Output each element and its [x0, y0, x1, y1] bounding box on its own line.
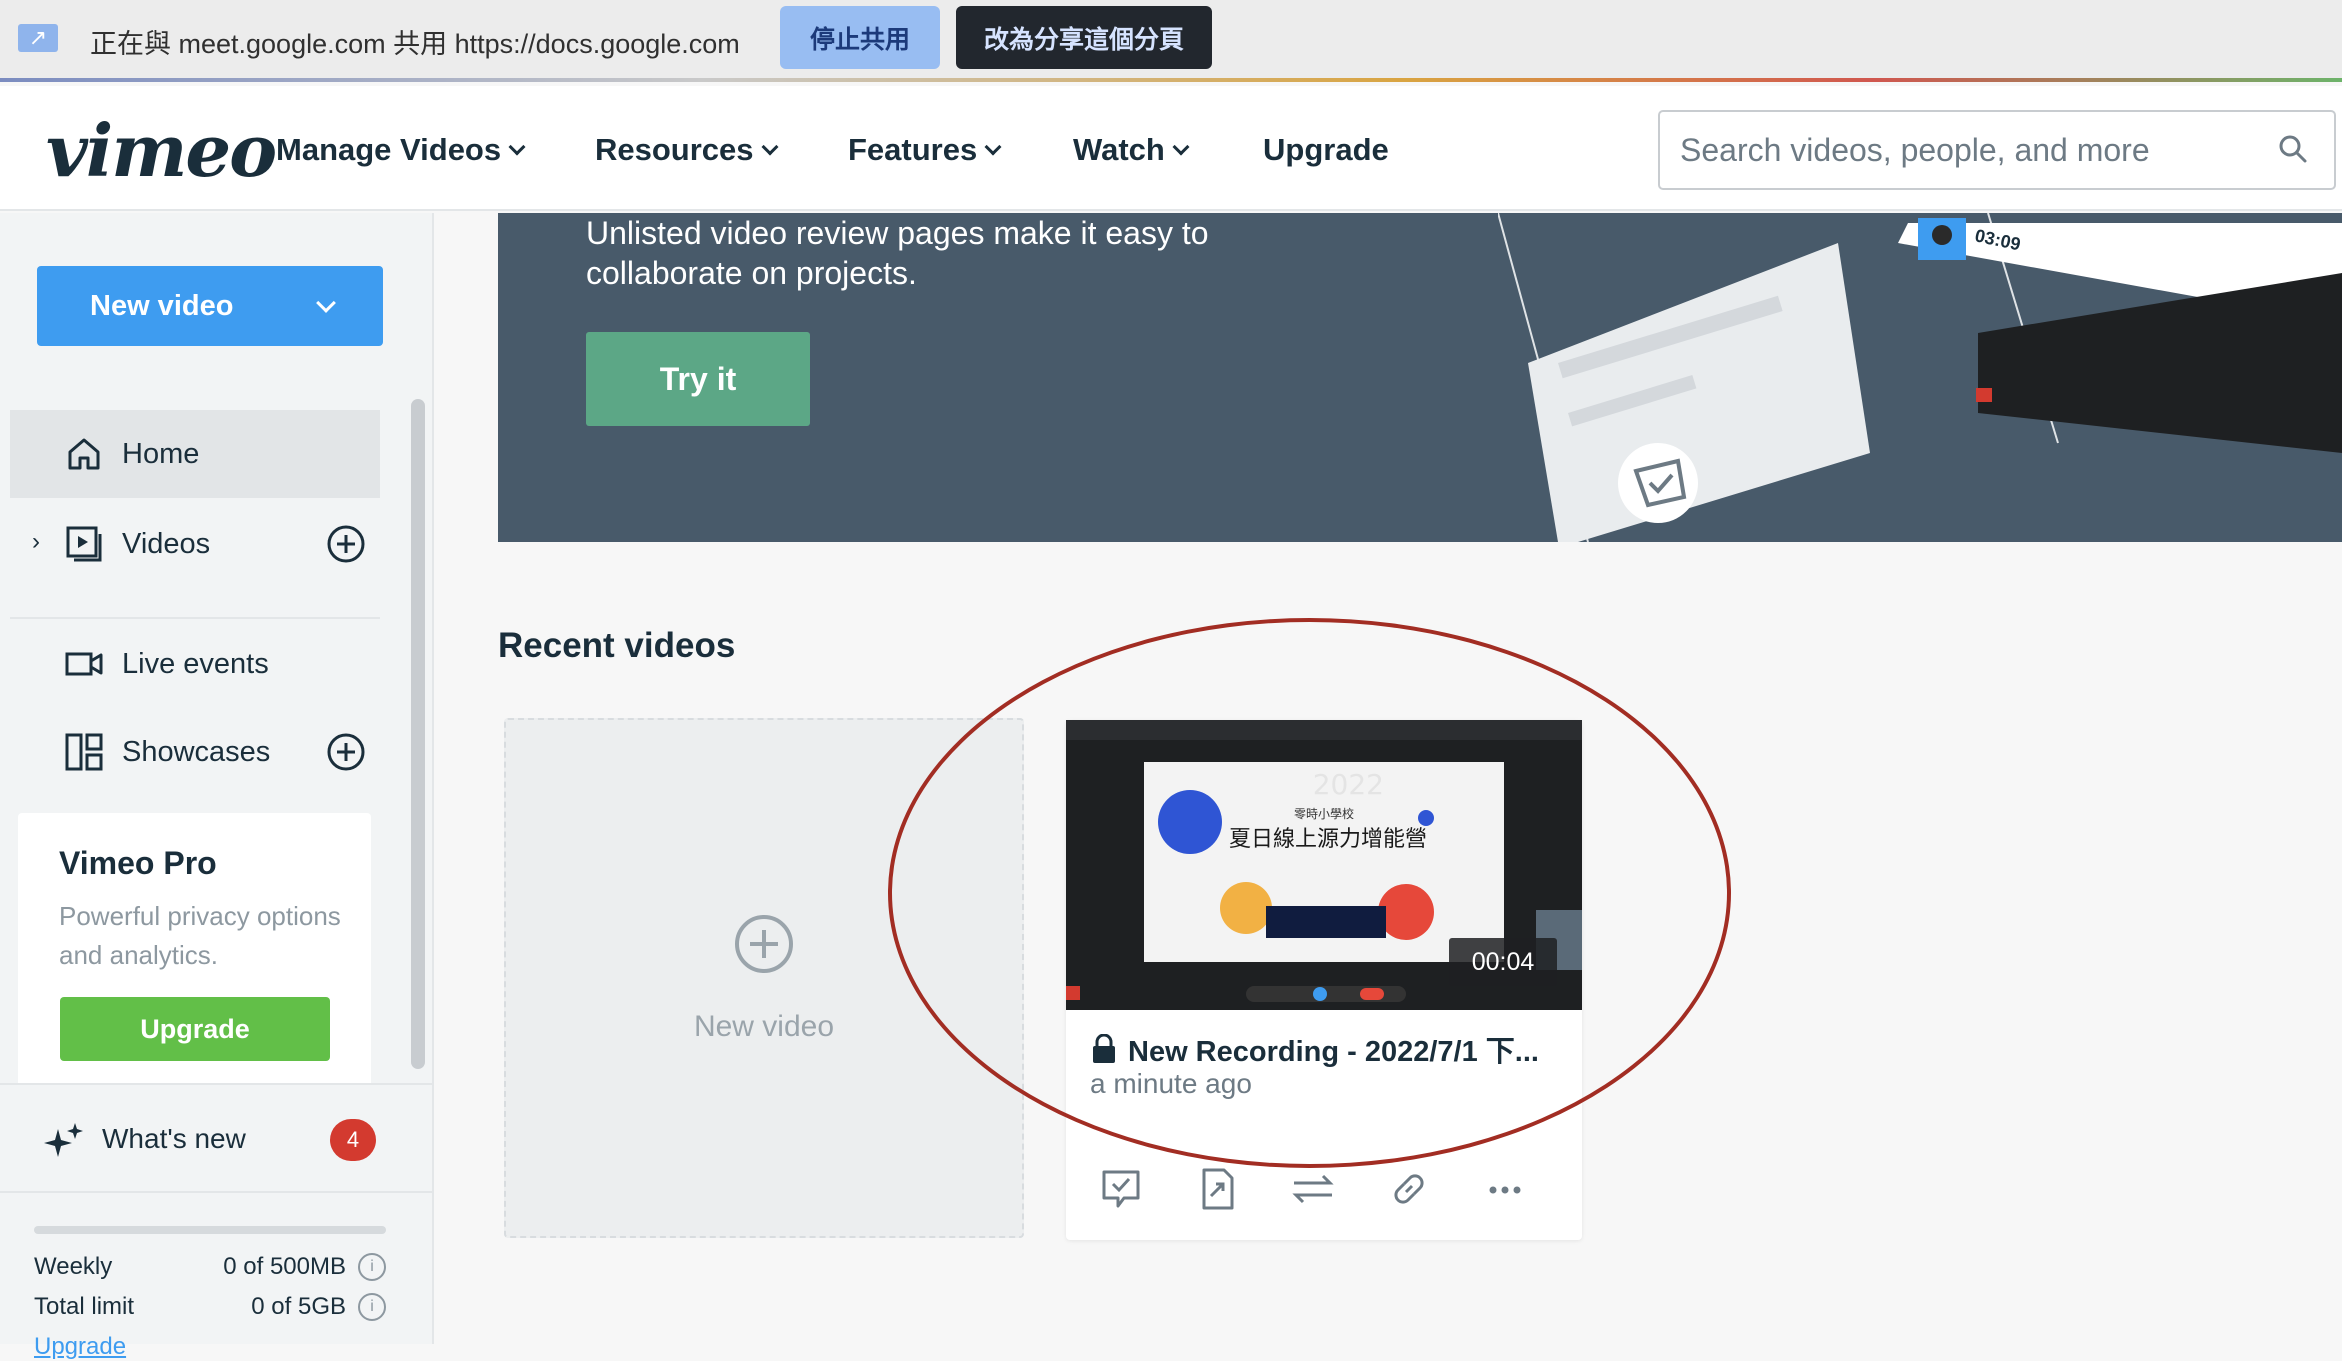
add-showcase-icon[interactable] [326, 732, 366, 772]
share-message: 正在與 meet.google.com 共用 https://docs.goog… [90, 29, 740, 59]
video-title[interactable]: New Recording - 2022/7/1 下... [1092, 1028, 1562, 1070]
svg-text:零時小學校: 零時小學校 [1294, 806, 1354, 821]
replace-icon[interactable] [1288, 1164, 1338, 1214]
sidebar-item-videos[interactable]: › Videos [10, 500, 380, 588]
more-icon[interactable] [1480, 1164, 1530, 1214]
sidebar-item-home[interactable]: Home [10, 410, 380, 498]
search-input[interactable] [1680, 112, 2240, 188]
chevron-down-icon [761, 138, 779, 156]
chevron-down-icon [1172, 138, 1190, 156]
sparkle-icon [44, 1123, 83, 1157]
vimeo-logo[interactable]: vimeo [46, 108, 277, 193]
svg-text:2022: 2022 [1313, 768, 1384, 801]
pro-description: Powerful privacy options and analytics. [59, 901, 341, 970]
total-storage-row: Total limit 0 of 5GB i [34, 1293, 386, 1321]
notification-badge: 4 [330, 1119, 376, 1161]
svg-text:夏日線上源力增能營: 夏日線上源力增能營 [1229, 827, 1427, 852]
review-icon[interactable] [1096, 1164, 1146, 1214]
pro-upgrade-button[interactable]: Upgrade [60, 997, 330, 1061]
new-video-tile[interactable]: New video [504, 718, 1024, 1238]
new-video-button[interactable]: New video [37, 266, 383, 346]
add-circle-icon [735, 915, 793, 973]
nav-upgrade[interactable]: Upgrade [1263, 132, 1389, 168]
stop-sharing-button[interactable]: 停止共用 [780, 6, 940, 69]
nav-manage-videos[interactable]: Manage Videos [276, 132, 526, 168]
camera-icon [65, 652, 103, 676]
pro-title: Vimeo Pro [59, 845, 217, 881]
video-thumbnail[interactable]: 2022 零時小學校 夏日線上源力增能營 00:04 [1066, 720, 1582, 1010]
video-card[interactable]: 2022 零時小學校 夏日線上源力增能營 00:04 New Recording… [1066, 720, 1582, 1240]
recent-videos-title: Recent videos [498, 626, 736, 665]
chevron-down-icon [984, 138, 1002, 156]
weekly-storage-row: Weekly 0 of 500MB i [34, 1253, 386, 1281]
chevron-right-icon[interactable]: › [32, 528, 40, 556]
banner-illustration: 03:09 [1498, 213, 2342, 542]
share-bar-divider [0, 78, 2342, 82]
search-box [1658, 110, 2336, 190]
review-pages-banner: Unlisted video review pages make it easy… [498, 213, 2342, 542]
videos-icon [66, 526, 102, 562]
try-it-button[interactable]: Try it [586, 332, 810, 426]
sidebar-item-live-events[interactable]: Live events [10, 620, 380, 708]
sidebar-scrollbar[interactable] [411, 399, 425, 1069]
screen-share-bar: ↗ 正在與 meet.google.com 共用 https://docs.go… [0, 0, 2342, 82]
nav-resources[interactable]: Resources [595, 132, 779, 168]
home-icon [68, 438, 100, 470]
chevron-down-icon [508, 138, 526, 156]
nav-features[interactable]: Features [848, 132, 1002, 168]
nav-watch[interactable]: Watch [1073, 132, 1190, 168]
info-icon[interactable]: i [358, 1253, 386, 1281]
add-video-icon[interactable] [326, 524, 366, 564]
share-this-tab-button[interactable]: 改為分享這個分頁 [956, 6, 1212, 69]
sidebar: New video Home › Videos Live events Show… [0, 213, 434, 1360]
whats-new[interactable]: What's new 4 [0, 1083, 432, 1193]
sidebar-item-showcases[interactable]: Showcases [10, 708, 380, 796]
storage-usage-bar [34, 1226, 386, 1234]
info-icon[interactable]: i [358, 1293, 386, 1321]
chevron-down-icon [316, 293, 336, 313]
lock-icon [1093, 1034, 1115, 1063]
banner-text: Unlisted video review pages make it easy… [586, 215, 1209, 291]
top-navigation: vimeo Manage Videos Resources Features W… [0, 86, 2342, 211]
share-file-icon[interactable] [1192, 1164, 1242, 1214]
link-icon[interactable] [1384, 1164, 1434, 1214]
screen-share-icon: ↗ [18, 24, 58, 52]
vimeo-pro-card: Vimeo Pro Powerful privacy options and a… [18, 813, 371, 1095]
storage-upgrade-link[interactable]: Upgrade [34, 1333, 126, 1361]
showcase-icon [65, 733, 103, 771]
video-actions [1096, 1164, 1556, 1214]
video-duration: 00:04 [1449, 938, 1557, 986]
video-upload-time: a minute ago [1090, 1068, 1252, 1099]
sidebar-divider [10, 617, 380, 619]
search-icon[interactable] [2278, 134, 2308, 164]
